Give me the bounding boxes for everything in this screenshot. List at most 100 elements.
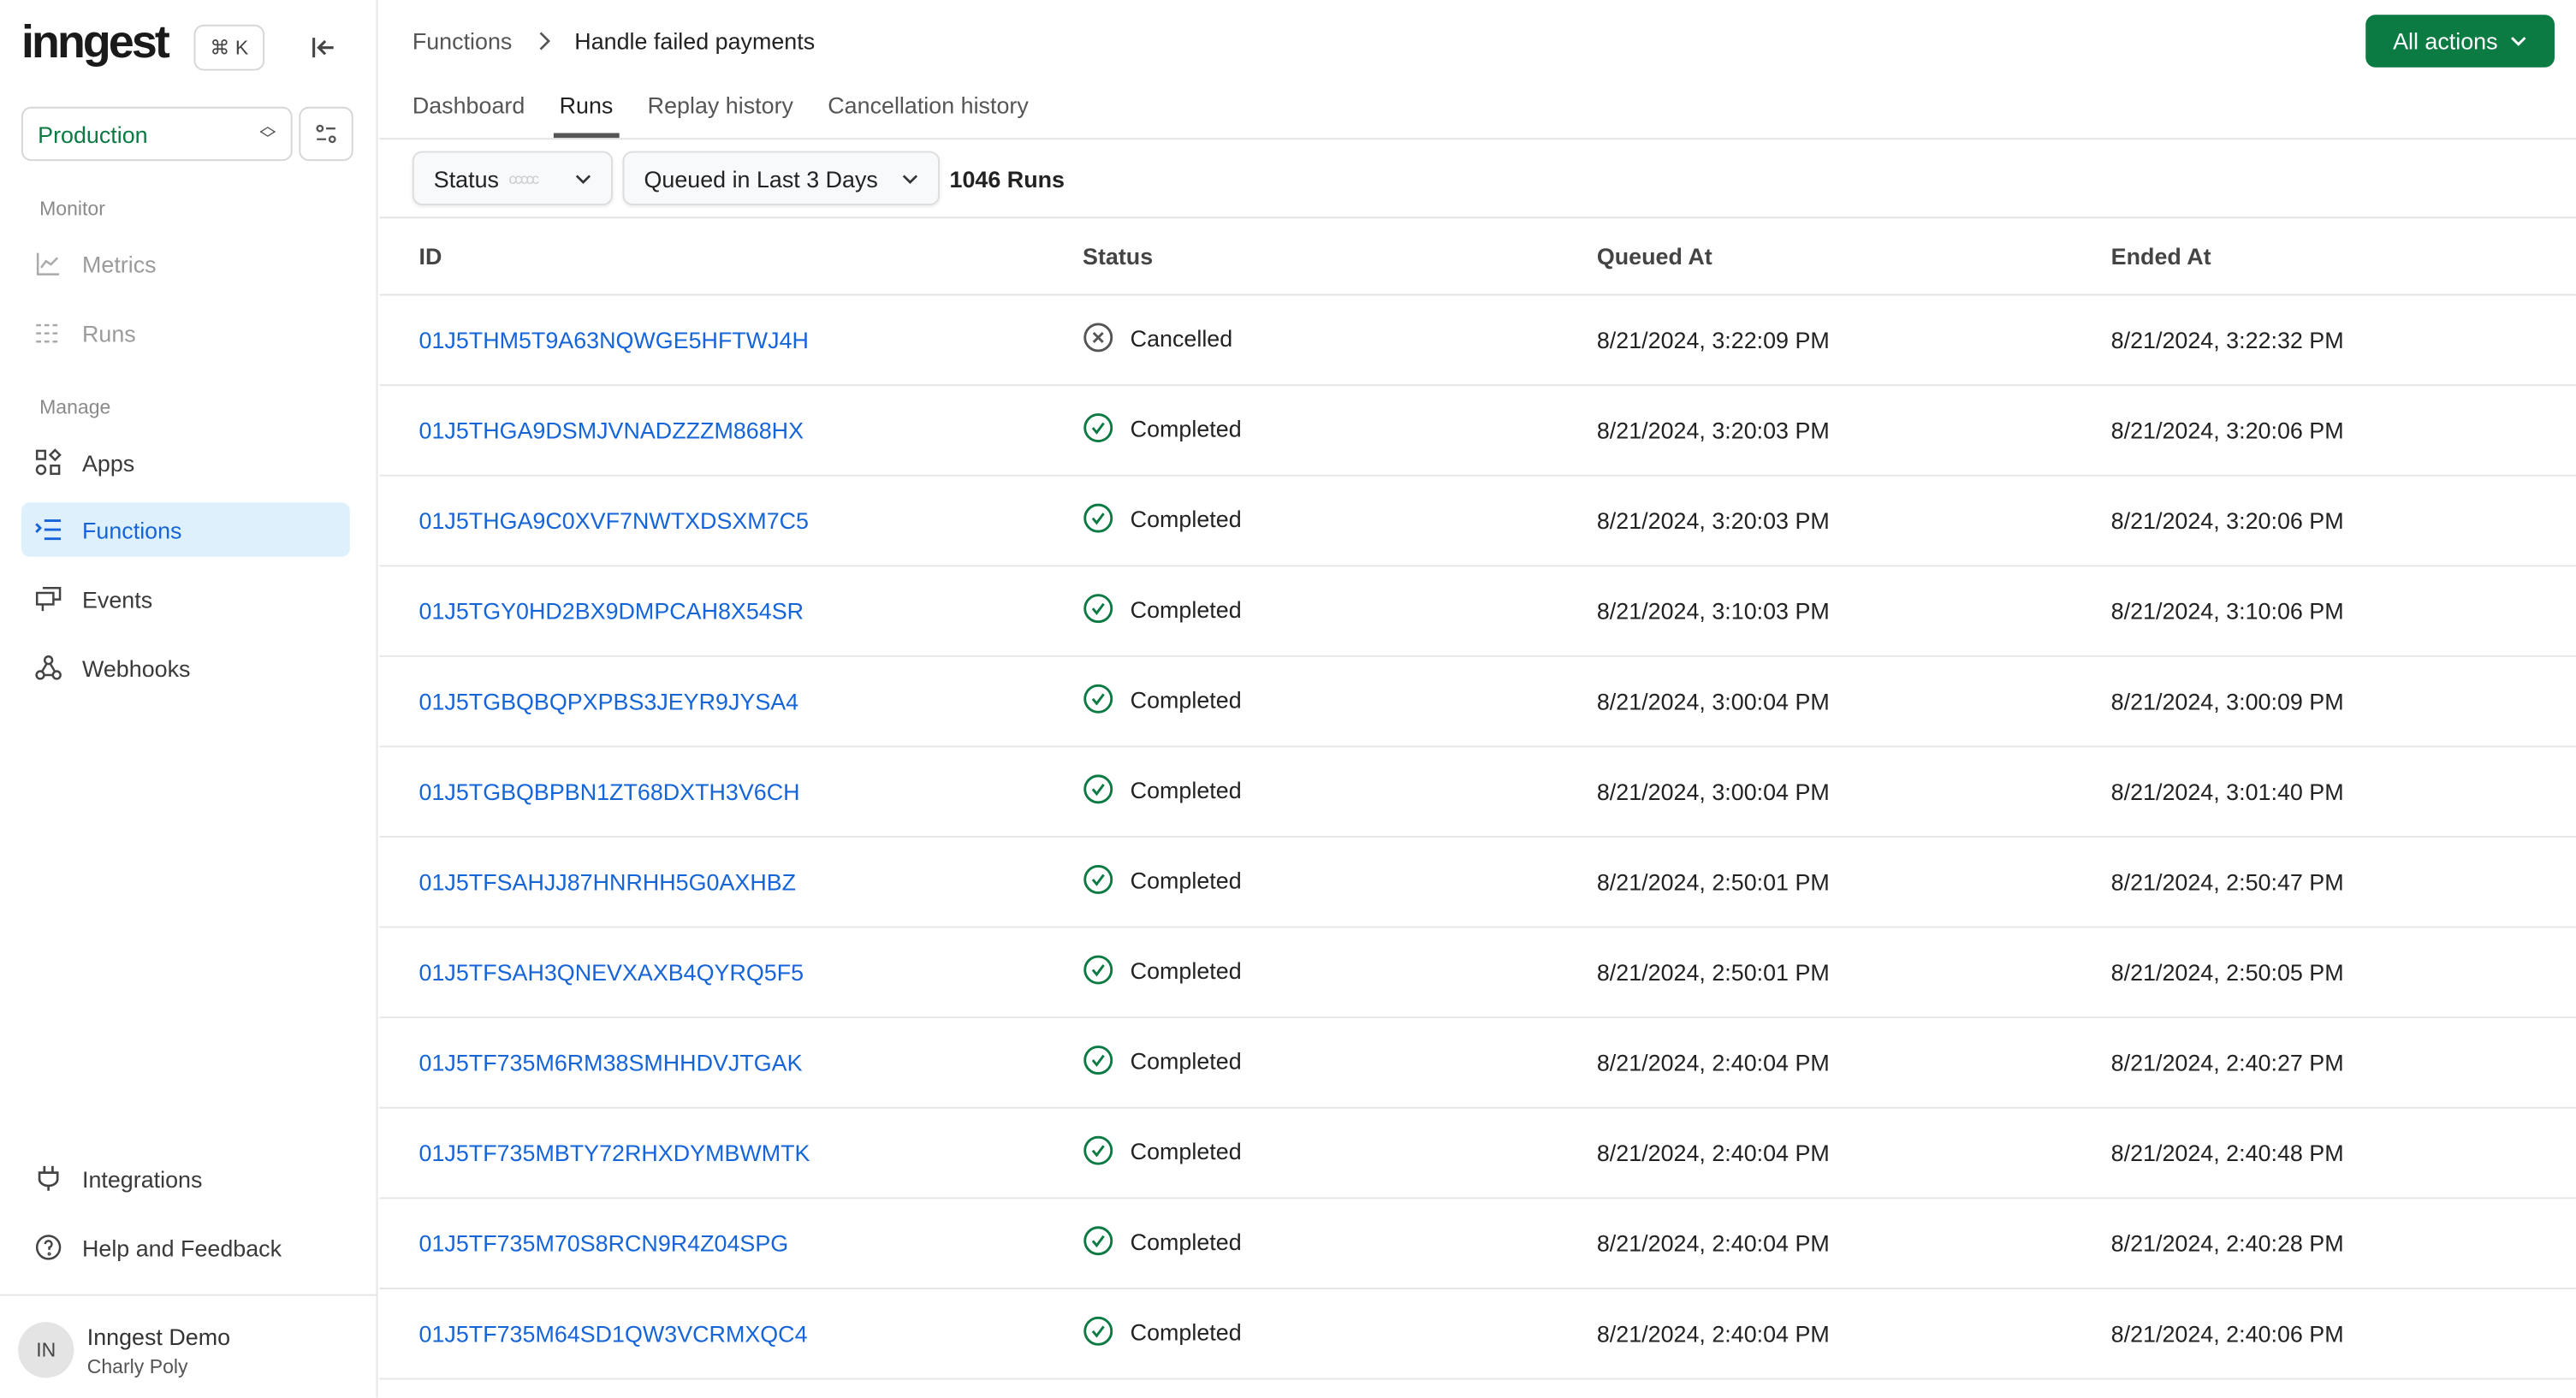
status-text: Completed (1130, 1318, 1242, 1345)
ended-at: 8/21/2024, 2:40:48 PM (2110, 1140, 2344, 1166)
status-text: Completed (1130, 595, 1242, 622)
sidebar-item-integrations[interactable]: Integrations (21, 1152, 350, 1205)
events-icon (35, 586, 62, 612)
run-id-link[interactable]: 01J5TFSAHJJ87HNRHH5G0AXHBZ (418, 868, 796, 895)
column-header-ended-at[interactable]: Ended At (2111, 243, 2211, 270)
table-row[interactable]: 01J5THGA9DSMJVNADZZZM868HX Completed 8/2… (379, 386, 2576, 477)
breadcrumb: Functions Handle failed payments (413, 28, 815, 55)
environment-select[interactable]: Production ︿ ﹀ (21, 106, 293, 162)
queued-at: 8/21/2024, 3:20:03 PM (1596, 417, 1830, 444)
tab-runs[interactable]: Runs (552, 92, 620, 139)
status-cell: Completed (1083, 1134, 1242, 1165)
table-row[interactable]: 01J5TF735MBTY72RHXDYMBWMTK Completed 8/2… (379, 1109, 2576, 1200)
run-id-link[interactable]: 01J5THGA9C0XVF7NWTXDSXM7C5 (418, 507, 809, 534)
run-id-link[interactable]: 01J5TF735M6RM38SMHHDVJTGAK (418, 1050, 802, 1076)
inngest-logo[interactable]: inngest (21, 16, 170, 68)
org-name[interactable]: Inngest Demo (87, 1324, 230, 1350)
breadcrumb-current: Handle failed payments (574, 27, 816, 55)
table-row[interactable]: 01J5TF735M70S8RCN9R4Z04SPG Completed 8/2… (379, 1199, 2576, 1289)
command-palette-button[interactable]: ⌘ K (193, 24, 265, 71)
table-row[interactable]: 01J5THGA9C0XVF7NWTXDSXM7C5 Completed 8/2… (379, 477, 2576, 567)
table-row[interactable]: 01J5THM5T9A63NQWGE5HFTWJ4H Cancelled 8/2… (379, 296, 2576, 387)
table-row[interactable]: 01J5TGBQBPBN1ZT68DXTH3V6CH Completed 8/2… (379, 747, 2576, 838)
run-id-link[interactable]: 01J5TGY0HD2BX9DMPCAH8X54SR (418, 598, 804, 625)
status-text: Completed (1130, 414, 1242, 441)
webhook-icon (35, 655, 62, 680)
queued-at: 8/21/2024, 3:20:03 PM (1596, 507, 1830, 534)
chevron-up-down-icon: ︿ ﹀ (259, 117, 276, 149)
run-id-link[interactable]: 01J5TFSAH3QNEVXAXB4QYRQ5F5 (418, 959, 804, 986)
sidebar-item-apps[interactable]: Apps (21, 435, 350, 489)
check-circle-icon (1083, 684, 1113, 714)
status-text: Completed (1130, 505, 1242, 531)
divider (379, 138, 2576, 140)
x-circle-icon (1083, 323, 1113, 352)
chevron-down-icon (902, 174, 918, 184)
chevron-down-icon (575, 174, 591, 184)
check-circle-icon (1083, 413, 1113, 443)
queued-at: 8/21/2024, 3:00:04 PM (1596, 688, 1830, 715)
status-cell: Completed (1083, 1225, 1242, 1256)
run-id-link[interactable]: 01J5TGBQBQPXPBS3JEYR9JYSA4 (418, 688, 798, 714)
run-id-link[interactable]: 01J5TGBQBPBN1ZT68DXTH3V6CH (418, 779, 799, 805)
status-cell: Completed (1083, 593, 1242, 624)
sidebar-item-functions[interactable]: Functions (21, 502, 350, 557)
status-cell: Completed (1083, 1316, 1242, 1347)
table-row[interactable]: 01J5TGY0HD2BX9DMPCAH8X54SR Completed 8/2… (379, 566, 2576, 657)
table-row[interactable]: 01J5TF735M64SD1QW3VCRMXQC4 Completed 8/2… (379, 1289, 2576, 1380)
sidebar-item-metrics[interactable]: Metrics (21, 236, 350, 290)
ended-at: 8/21/2024, 2:50:47 PM (2110, 868, 2344, 896)
sidebar-item-events[interactable]: Events (21, 572, 350, 625)
ended-at: 8/21/2024, 3:01:40 PM (2110, 778, 2344, 805)
ended-at: 8/21/2024, 3:10:06 PM (2110, 597, 2344, 625)
time-range-filter[interactable]: Queued in Last 3 Days (622, 151, 941, 205)
check-circle-icon (1083, 503, 1113, 533)
check-circle-icon (1083, 1316, 1113, 1346)
run-id-link[interactable]: 01J5TF735MBTY72RHXDYMBWMTK (418, 1140, 810, 1166)
sidebar-item-runs[interactable]: Runs (21, 305, 350, 359)
status-filter[interactable]: Status ccccc (412, 151, 614, 205)
main-content: Functions Handle failed payments All act… (379, 0, 2576, 1398)
ended-at: 8/21/2024, 2:40:27 PM (2110, 1049, 2344, 1076)
run-id-link[interactable]: 01J5THGA9DSMJVNADZZZM868HX (418, 418, 804, 444)
tab-replay-history[interactable]: Replay history (648, 92, 810, 138)
breadcrumb-functions[interactable]: Functions (413, 28, 513, 55)
check-circle-icon (1083, 774, 1113, 804)
run-id-link[interactable]: 01J5TF735M70S8RCN9R4Z04SPG (418, 1230, 788, 1257)
functions-icon (35, 519, 62, 541)
column-header-queued-at[interactable]: Queued At (1597, 243, 1712, 270)
tab-dashboard[interactable]: Dashboard (413, 92, 542, 138)
tab-cancellation-history[interactable]: Cancellation history (828, 92, 1045, 138)
status-text: Completed (1130, 776, 1242, 803)
queued-at: 8/21/2024, 2:40:04 PM (1596, 1049, 1830, 1076)
queued-at: 8/21/2024, 3:10:03 PM (1596, 597, 1830, 625)
check-circle-icon (1083, 1046, 1113, 1075)
sidebar-item-help[interactable]: Help and Feedback (21, 1220, 350, 1274)
environment-label: Production (38, 121, 148, 147)
status-cell: Completed (1083, 502, 1242, 533)
all-actions-button[interactable]: All actions (2365, 15, 2555, 68)
table-row[interactable]: 01J5TFSAHJJ87HNRHH5G0AXHBZ Completed 8/2… (379, 838, 2576, 928)
status-text: Completed (1130, 1227, 1242, 1254)
ended-at: 8/21/2024, 3:20:06 PM (2110, 417, 2344, 444)
environment-settings-button[interactable] (299, 106, 353, 162)
table-row[interactable]: 01J5TGBQBQPXPBS3JEYR9JYSA4 Completed 8/2… (379, 657, 2576, 748)
ended-at: 8/21/2024, 3:00:09 PM (2110, 688, 2344, 715)
status-cell: Completed (1083, 864, 1242, 895)
avatar[interactable]: IN (18, 1322, 74, 1378)
sidebar-item-webhooks[interactable]: Webhooks (21, 641, 350, 695)
collapse-sidebar-icon[interactable] (307, 31, 340, 63)
check-circle-icon (1083, 594, 1113, 624)
run-id-link[interactable]: 01J5THM5T9A63NQWGE5HFTWJ4H (418, 327, 808, 353)
status-text: Completed (1130, 866, 1242, 893)
status-text: Cancelled (1130, 324, 1233, 351)
runs-list-icon (36, 323, 62, 343)
table-row[interactable]: 01J5TF735M6RM38SMHHDVJTGAK Completed 8/2… (379, 1018, 2576, 1109)
sidebar: inngest ⌘ K Production ︿ ﹀ Monitor Metrics… (0, 0, 378, 1398)
status-cell: Completed (1083, 684, 1242, 714)
status-cell: Completed (1083, 412, 1242, 443)
ended-at: 8/21/2024, 2:40:28 PM (2110, 1229, 2344, 1257)
ended-at: 8/21/2024, 3:20:06 PM (2110, 507, 2344, 534)
run-id-link[interactable]: 01J5TF735M64SD1QW3VCRMXQC4 (418, 1320, 807, 1347)
table-row[interactable]: 01J5TFSAH3QNEVXAXB4QYRQ5F5 Completed 8/2… (379, 928, 2576, 1019)
